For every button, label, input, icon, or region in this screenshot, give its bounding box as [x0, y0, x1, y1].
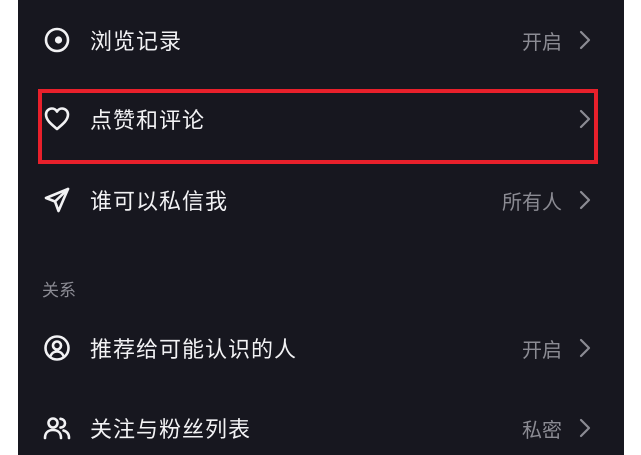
settings-row-browsing-history[interactable]: 浏览记录 开启: [18, 8, 624, 72]
settings-row-label: 浏览记录: [90, 30, 183, 55]
settings-row-label: 点赞和评论: [90, 109, 206, 134]
section-header-relations: 关系: [42, 281, 76, 301]
chevron-right-icon: [578, 417, 592, 439]
settings-row-value: 私密: [522, 417, 562, 442]
users-icon: [42, 413, 72, 443]
settings-row-label: 推荐给可能认识的人: [90, 338, 298, 363]
settings-row-value: 开启: [522, 337, 562, 362]
chevron-right-icon: [578, 337, 592, 359]
chevron-right-icon: [578, 189, 592, 211]
settings-row-value: 开启: [522, 29, 562, 54]
settings-row-value: 所有人: [502, 189, 562, 214]
settings-row-label: 谁可以私信我: [90, 190, 229, 215]
settings-row-label: 关注与粉丝列表: [90, 418, 252, 443]
send-icon: [42, 185, 72, 215]
settings-row-who-can-message[interactable]: 谁可以私信我 所有人: [18, 168, 624, 232]
chevron-right-icon: [578, 29, 592, 51]
chevron-right-icon: [578, 108, 592, 130]
eye-icon: [42, 25, 72, 55]
heart-icon: [42, 104, 72, 134]
settings-row-following-followers[interactable]: 关注与粉丝列表 私密: [18, 396, 624, 455]
settings-row-likes-comments[interactable]: 点赞和评论: [18, 87, 624, 151]
user-circle-icon: [42, 333, 72, 363]
settings-row-recommend-to-acquaintances[interactable]: 推荐给可能认识的人 开启: [18, 316, 624, 380]
privacy-settings-panel: 浏览记录 开启 点赞和评论 谁可以私信我 所有人 关系 推荐给可能认识的人 开启…: [18, 0, 624, 455]
